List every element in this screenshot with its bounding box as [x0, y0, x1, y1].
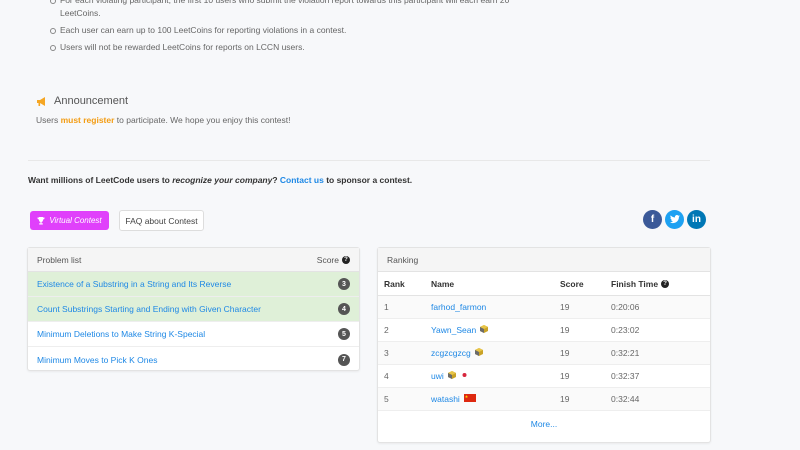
user-link[interactable]: watashi: [431, 394, 460, 404]
more-row: More...: [378, 411, 710, 436]
sponsor-emphasis: recognize your company: [172, 175, 273, 185]
user-badges: [444, 371, 469, 382]
divider: [28, 160, 710, 161]
score-cell: 19: [554, 296, 605, 319]
problem-list-header: Problem list Score ?: [28, 248, 359, 272]
column-header: Name: [425, 272, 554, 296]
column-header: Finish Time?: [605, 272, 710, 296]
score-badge: 5: [338, 328, 350, 340]
cube-badge-icon: [474, 348, 483, 358]
register-link[interactable]: must register: [61, 115, 115, 125]
help-icon[interactable]: ?: [342, 255, 350, 264]
column-header-label: Rank: [384, 278, 405, 289]
sponsor-line: Want millions of LeetCode users to recog…: [28, 175, 412, 185]
rank-cell: 5: [378, 388, 425, 411]
name-cell: watashi: [425, 388, 554, 411]
user-link[interactable]: Yawn_Sean: [431, 325, 476, 335]
announcement-title-text: Announcement: [54, 95, 128, 107]
announcement-text: to participate. We hope you enjoy this c…: [114, 115, 291, 125]
problem-list-panel: Problem list Score ? Existence of a Subs…: [27, 247, 360, 371]
contact-us-link[interactable]: Contact us: [280, 175, 324, 185]
score-cell: 19: [554, 365, 605, 388]
score-header-label: Score: [316, 254, 339, 265]
faq-button[interactable]: FAQ about Contest: [119, 210, 204, 231]
help-icon[interactable]: ?: [661, 279, 670, 288]
column-header-label: Score: [560, 278, 584, 289]
ranking-title: Ranking: [387, 254, 419, 265]
virtual-contest-button[interactable]: Virtual Contest: [30, 211, 109, 230]
sponsor-text: to sponsor a contest.: [323, 175, 413, 185]
announcement-title: Announcement: [36, 95, 128, 107]
score-header: Score ?: [317, 255, 350, 265]
user-link[interactable]: farhod_farmon: [431, 302, 486, 312]
problem-list-title: Problem list: [37, 254, 82, 265]
china-flag-icon: [463, 394, 476, 404]
problem-row: Count Substrings Starting and Ending wit…: [28, 297, 359, 322]
finish-time-cell: 0:20:06: [605, 296, 710, 319]
twitter-icon[interactable]: [665, 210, 684, 229]
announcement-body: Users must register to participate. We h…: [36, 115, 291, 125]
user-link[interactable]: uwi: [431, 371, 444, 381]
name-cell: Yawn_Sean: [425, 319, 554, 342]
sponsor-text: ?: [272, 175, 280, 185]
user-link[interactable]: zcgzcgzcg: [431, 348, 471, 358]
score-badge: 3: [338, 278, 350, 290]
score-cell: 19: [554, 319, 605, 342]
finish-time-cell: 0:32:44: [605, 388, 710, 411]
twitter-bird-icon: [669, 215, 680, 224]
score-badge: 4: [338, 303, 350, 315]
facebook-icon[interactable]: f: [643, 210, 662, 229]
problem-link[interactable]: Count Substrings Starting and Ending wit…: [37, 304, 261, 314]
problem-link[interactable]: Minimum Moves to Pick K Ones: [37, 355, 157, 365]
announcement-text: Users: [36, 115, 61, 125]
problem-row: Existence of a Substring in a String and…: [28, 272, 359, 297]
column-header-label: Name: [431, 278, 455, 289]
more-link[interactable]: More...: [531, 419, 557, 429]
sponsor-text: Want millions of LeetCode users to: [28, 175, 173, 185]
column-header: Score: [554, 272, 605, 296]
finish-time-cell: 0:23:02: [605, 319, 710, 342]
finish-time-cell: 0:32:37: [605, 365, 710, 388]
name-cell: zcgzcgzcg: [425, 342, 554, 365]
rules-list: For each violating participant, the firs…: [48, 0, 528, 58]
virtual-contest-label: Virtual Contest: [49, 216, 102, 225]
name-cell: farhod_farmon: [425, 296, 554, 319]
score-cell: 19: [554, 342, 605, 365]
rule-item: Users will not be rewarded LeetCoins for…: [48, 41, 528, 54]
megaphone-icon: [37, 96, 45, 106]
ranking-panel: Ranking Rank Name Score Finish Time? 1 farhod…: [377, 247, 711, 443]
ranking-table: Rank Name Score Finish Time? 1 farhod_farmon 1…: [378, 272, 710, 411]
rule-item: Each user can earn up to 100 LeetCoins f…: [48, 24, 528, 37]
column-header: Rank: [378, 272, 425, 296]
problem-row: Minimum Deletions to Make String K-Speci…: [28, 322, 359, 347]
problem-link[interactable]: Existence of a Substring in a String and…: [37, 279, 231, 289]
ranking-header: Ranking: [378, 248, 710, 272]
rule-item: For each violating participant, the firs…: [48, 0, 528, 20]
linkedin-icon[interactable]: in: [687, 210, 706, 229]
score-badge: 7: [338, 353, 350, 366]
japan-flag-icon: [459, 371, 469, 381]
finish-time-cell: 0:32:21: [605, 342, 710, 365]
cube-badge-icon: [480, 325, 489, 335]
problem-row: Minimum Moves to Pick K Ones 7: [28, 347, 359, 372]
rank-cell: 1: [378, 296, 425, 319]
score-cell: 19: [554, 388, 605, 411]
trophy-icon: [37, 216, 45, 224]
problem-link[interactable]: Minimum Deletions to Make String K-Speci…: [37, 329, 205, 339]
cube-badge-icon: [447, 371, 456, 381]
rank-cell: 3: [378, 342, 425, 365]
rank-cell: 4: [378, 365, 425, 388]
rank-cell: 2: [378, 319, 425, 342]
name-cell: uwi: [425, 365, 554, 388]
column-header-label: Finish Time: [611, 278, 659, 289]
